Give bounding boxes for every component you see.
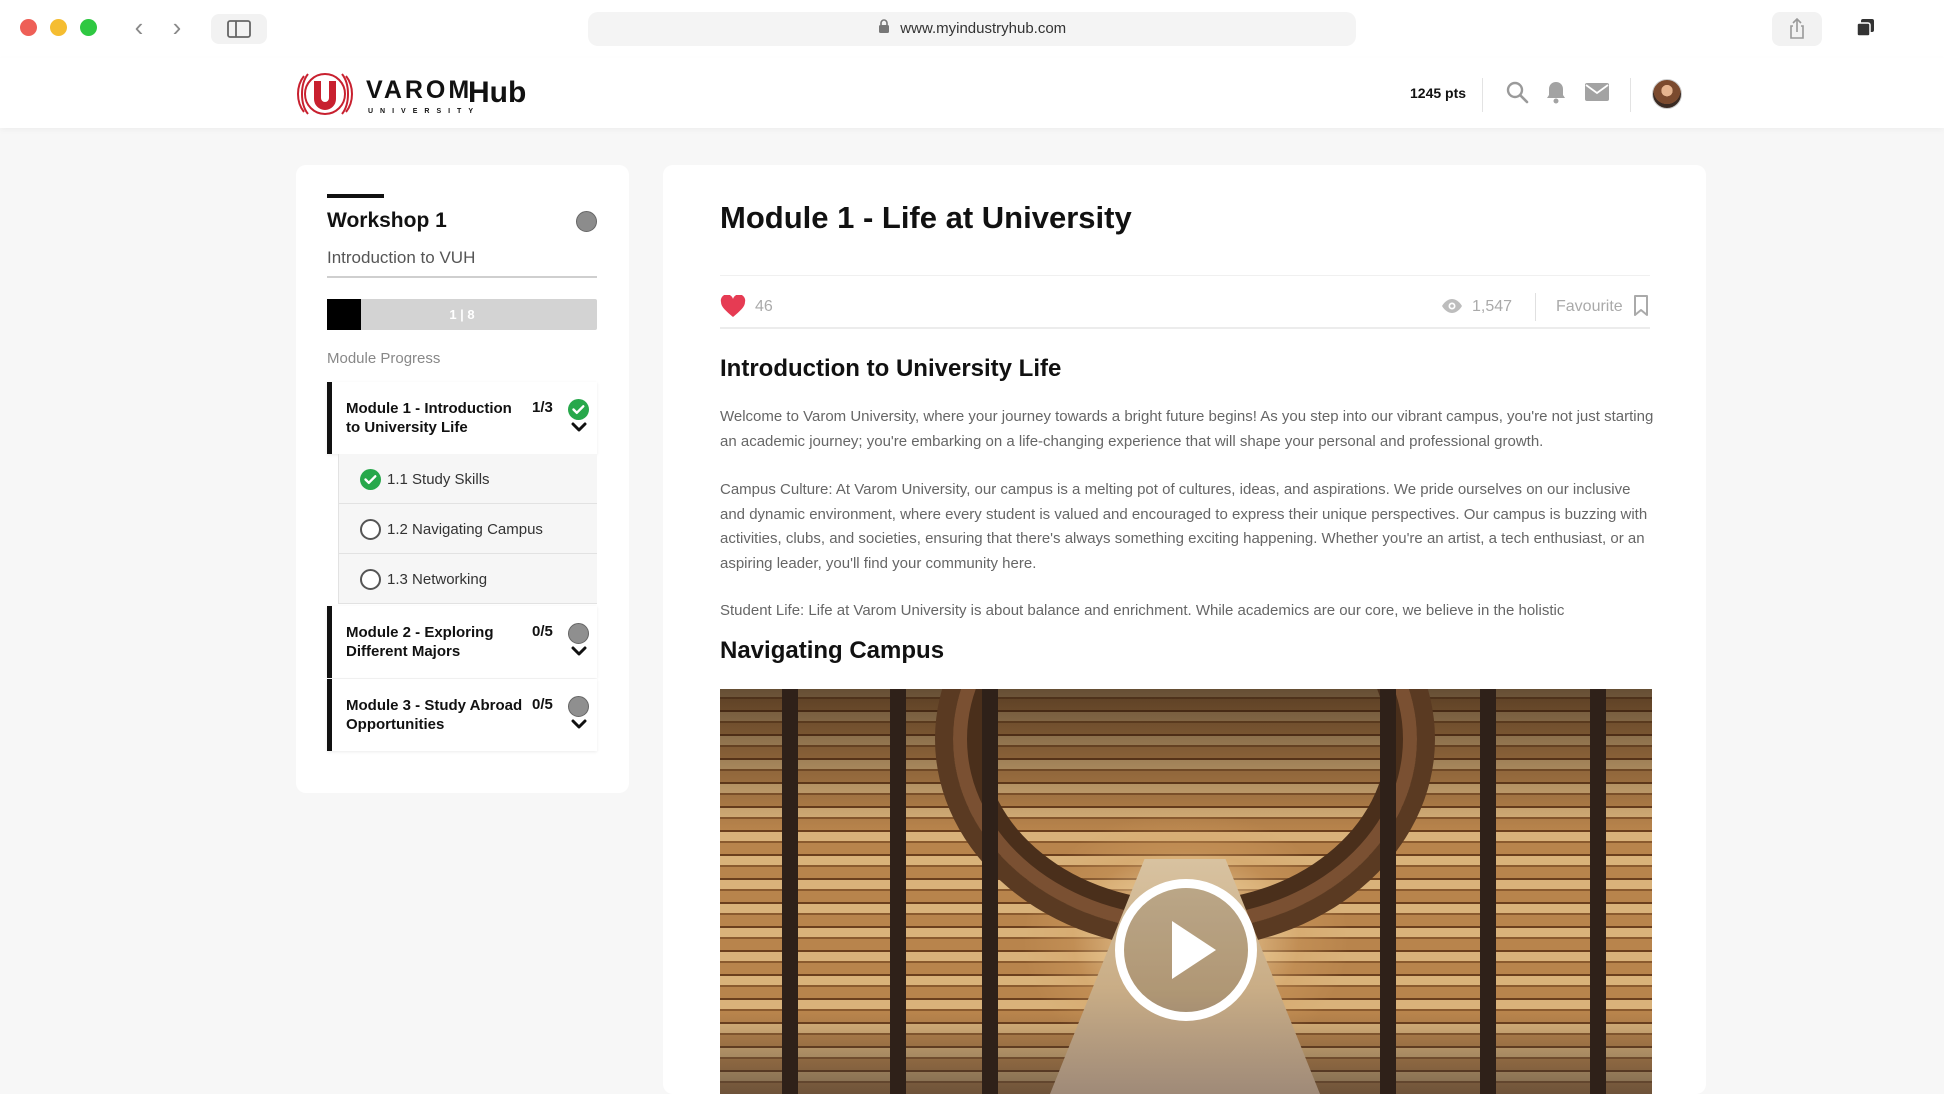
lesson-label: 1.1 Study Skills: [387, 471, 490, 488]
lesson-item-1-2[interactable]: 1.2 Navigating Campus: [338, 504, 597, 554]
divider: [327, 276, 597, 278]
heart-icon[interactable]: [720, 295, 746, 318]
avatar[interactable]: [1652, 79, 1682, 109]
minimize-window-button[interactable]: [50, 19, 67, 36]
check-circle-icon: [360, 469, 381, 490]
engagement-bar: 46 1,547 Favourite: [720, 289, 1650, 329]
header-divider: [1630, 78, 1631, 112]
title-accent-bar: [327, 194, 384, 198]
body-paragraph: Campus Culture: At Varom University, our…: [720, 481, 1648, 572]
module-progress-bar: 1 | 8: [327, 299, 597, 330]
like-count: 46: [755, 298, 773, 315]
favourite-label[interactable]: Favourite: [1556, 298, 1623, 316]
video-thumbnail-column: [1590, 689, 1606, 1094]
tabs-overview-icon[interactable]: [1841, 12, 1891, 46]
bell-icon[interactable]: [1545, 80, 1567, 104]
video-thumbnail-column: [1380, 689, 1396, 1094]
video-player[interactable]: [720, 689, 1652, 1094]
section-heading: Introduction to University Life: [720, 355, 1062, 382]
video-thumbnail-column: [782, 689, 798, 1094]
module-title: Module 2 - Exploring Different Majors: [346, 624, 494, 660]
back-arrow-icon[interactable]: ‹: [124, 14, 154, 42]
play-icon[interactable]: [1115, 879, 1257, 1021]
hub-label: Hub: [468, 76, 527, 109]
browser-toolbar: ‹ › www.myindustryhub.com: [0, 0, 1944, 58]
body-paragraph: Student Life: Life at Varom University i…: [720, 602, 1565, 619]
close-window-button[interactable]: [20, 19, 37, 36]
workshop-panel: Workshop 1 Introduction to VUH 1 | 8 Mod…: [296, 165, 629, 793]
module-item-3[interactable]: Module 3 - Study Abroad Opportunities 0/…: [327, 679, 597, 751]
lesson-item-1-1[interactable]: 1.1 Study Skills: [338, 454, 597, 504]
module-item-2[interactable]: Module 2 - Exploring Different Majors 0/…: [327, 606, 597, 678]
workshop-title: Workshop 1: [327, 209, 447, 232]
url-text: www.myindustryhub.com: [900, 20, 1067, 37]
forward-arrow-icon[interactable]: ›: [162, 14, 192, 42]
header-divider: [1482, 78, 1483, 112]
brand-subtitle: UNIVERSITY: [368, 108, 481, 115]
video-thumbnail-column: [1480, 689, 1496, 1094]
module-item-1[interactable]: Module 1 - Introduction to University Li…: [327, 382, 597, 454]
mail-icon[interactable]: [1585, 83, 1609, 101]
module-count: 1/3: [532, 399, 553, 416]
status-dot-icon: [568, 696, 589, 717]
chevron-down-icon[interactable]: [571, 719, 587, 729]
module-title: Module 1 - Introduction to University Li…: [346, 400, 512, 436]
progress-caption: Module Progress: [327, 350, 441, 367]
brand-name: VAROM: [366, 76, 473, 104]
sidebar-toggle-icon[interactable]: [211, 14, 267, 44]
points-counter[interactable]: 1245 pts: [1410, 85, 1466, 101]
lesson-label: 1.2 Navigating Campus: [387, 521, 543, 538]
divider: [720, 275, 1650, 276]
view-count: 1,547: [1472, 298, 1513, 315]
module-title: Module 3 - Study Abroad Opportunities: [346, 697, 523, 733]
workshop-subtitle: Introduction to VUH: [327, 248, 476, 267]
eye-icon: [1442, 299, 1462, 313]
maximize-window-button[interactable]: [80, 19, 97, 36]
address-bar[interactable]: www.myindustryhub.com: [588, 12, 1356, 46]
workshop-status-dot: [576, 211, 597, 232]
video-thumbnail-column: [982, 689, 998, 1094]
video-thumbnail-column: [890, 689, 906, 1094]
module-content-panel: Module 1 - Life at University 46 1,547 F…: [663, 165, 1706, 1094]
module-count: 0/5: [532, 696, 553, 713]
chevron-down-icon[interactable]: [571, 646, 587, 656]
empty-circle-icon: [360, 519, 381, 540]
app-header: VAROM UNIVERSITY Hub 1245 pts: [0, 58, 1944, 128]
empty-circle-icon: [360, 569, 381, 590]
varom-hub-logo[interactable]: VAROM UNIVERSITY Hub: [294, 68, 544, 120]
chevron-down-icon[interactable]: [571, 422, 587, 432]
module-count: 0/5: [532, 623, 553, 640]
section-heading: Navigating Campus: [720, 637, 945, 664]
page-title: Module 1 - Life at University: [720, 200, 1132, 235]
body-paragraph: Welcome to Varom University, where your …: [720, 408, 1654, 450]
share-icon[interactable]: [1772, 12, 1822, 46]
progress-label: 1 | 8: [449, 307, 475, 322]
bookmark-icon[interactable]: [1633, 295, 1649, 317]
status-dot-icon: [568, 623, 589, 644]
lesson-item-1-3[interactable]: 1.3 Networking: [338, 554, 597, 604]
crest-icon: [297, 73, 353, 115]
divider: [1535, 293, 1536, 321]
search-icon[interactable]: [1505, 80, 1529, 104]
lesson-label: 1.3 Networking: [387, 571, 488, 588]
lock-icon: [878, 19, 890, 39]
check-circle-icon: [568, 399, 589, 420]
